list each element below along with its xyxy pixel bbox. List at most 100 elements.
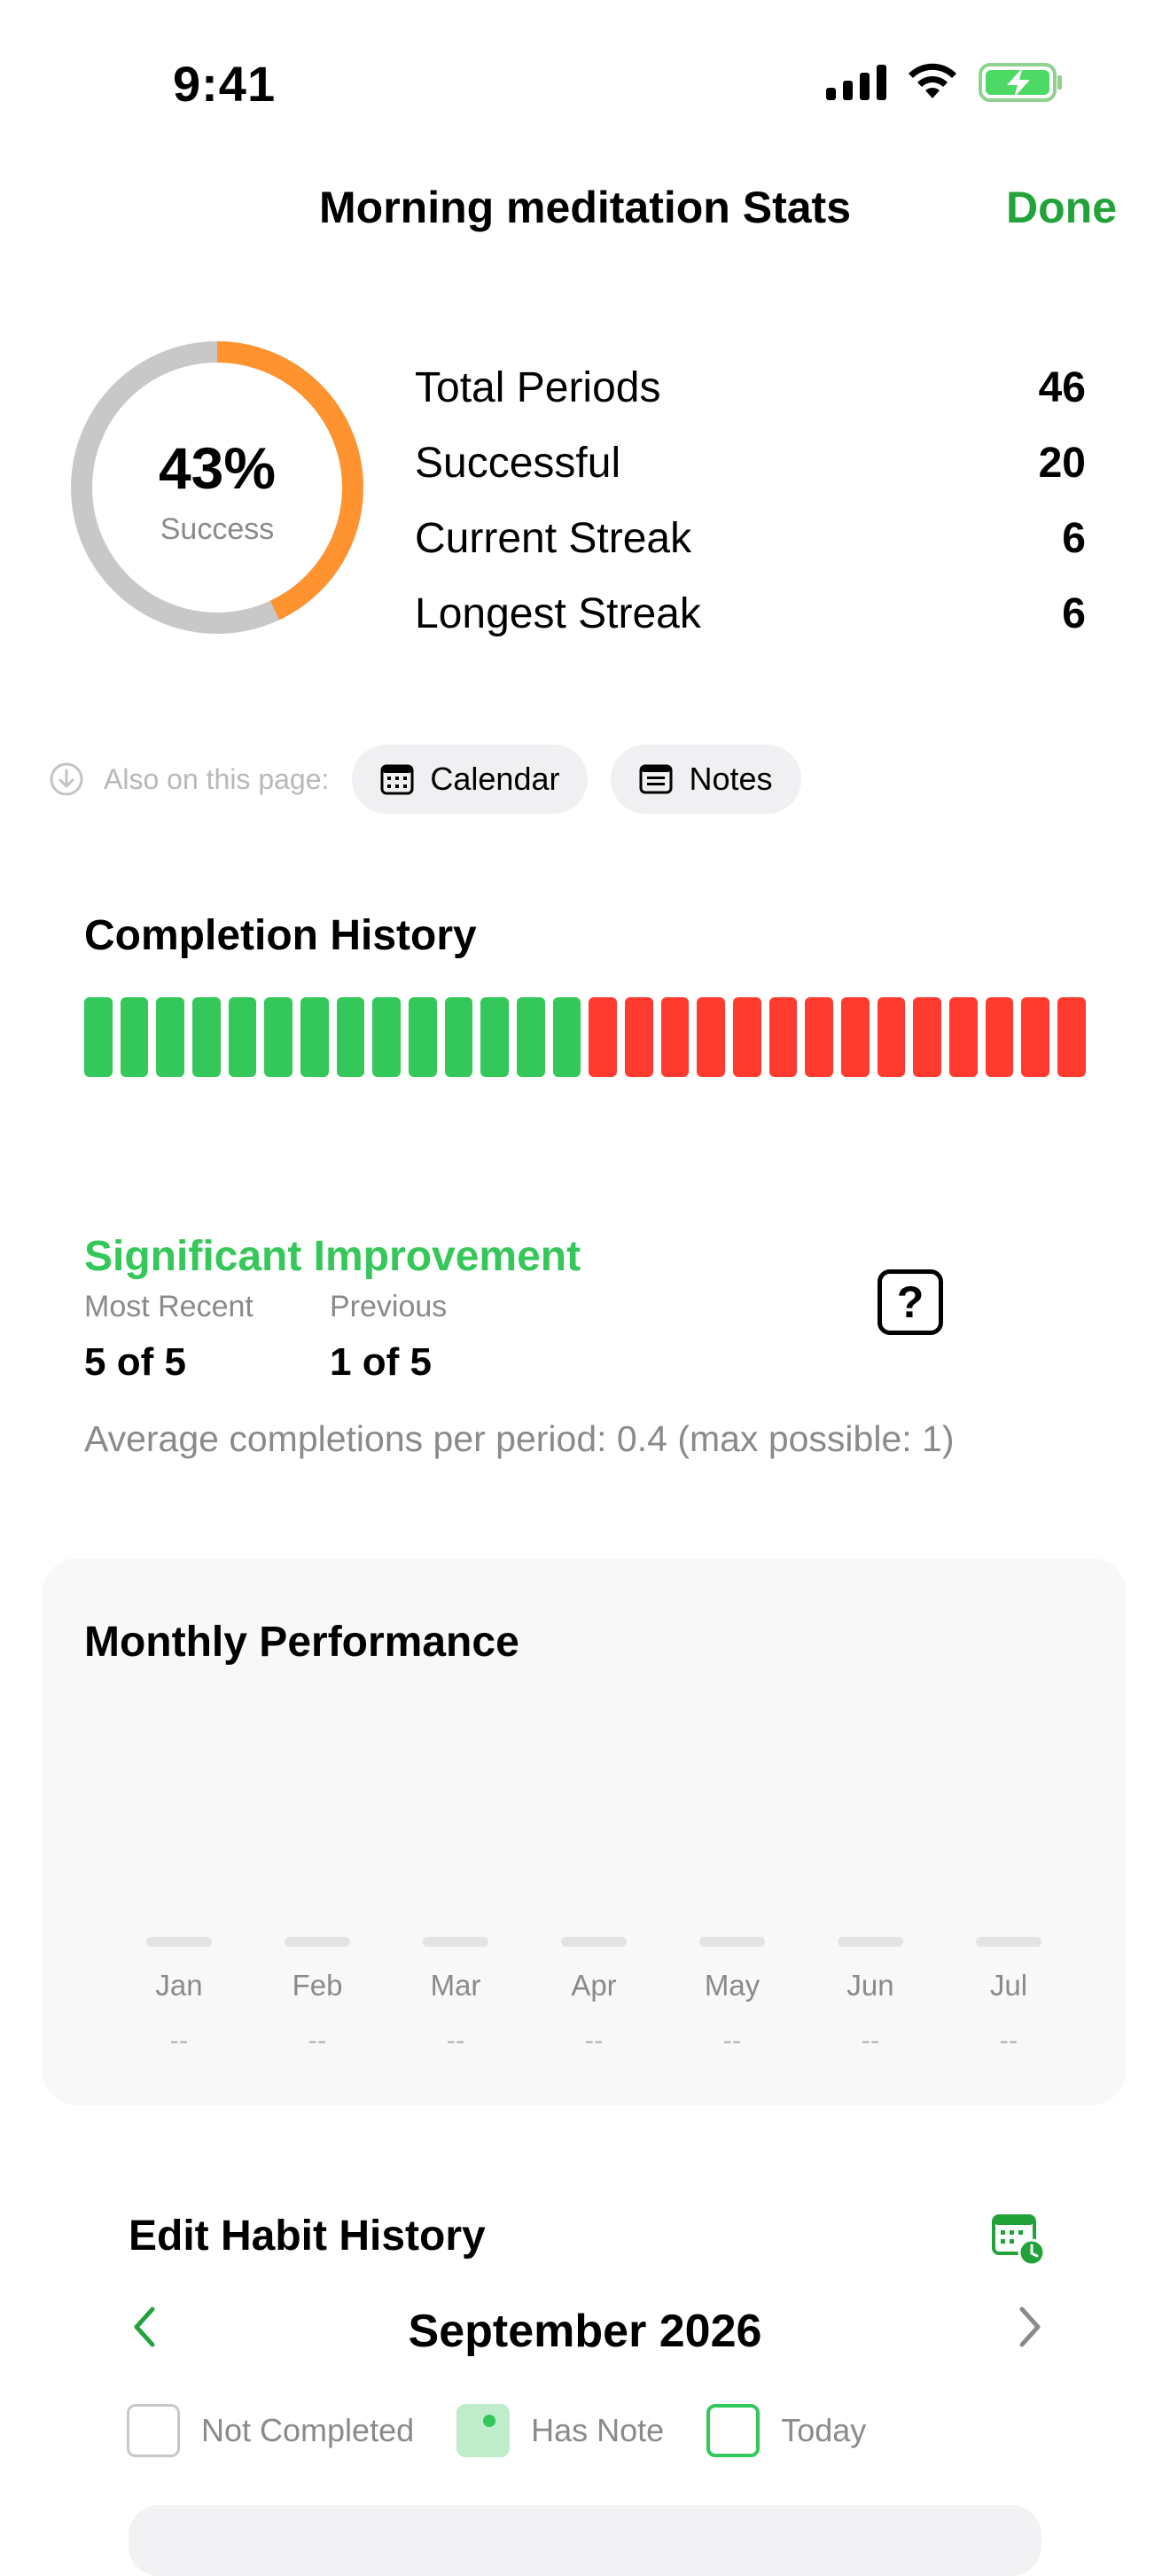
month-bar — [146, 1937, 212, 1947]
stat-longest-streak: Longest Streak 6 — [415, 576, 1086, 652]
stat-label: Successful — [415, 440, 621, 487]
stat-value: 46 — [1038, 364, 1086, 411]
month-bar — [285, 1937, 350, 1947]
previous-label: Previous — [330, 1290, 448, 1323]
status-time: 9:41 — [173, 56, 277, 112]
stats-list: Total Periods 46 Successful 20 Current S… — [415, 350, 1086, 652]
month-label: Jan — [155, 1969, 203, 2002]
page-title: Morning meditation Stats — [319, 183, 851, 232]
history-bar-fail — [805, 997, 834, 1077]
history-bar-success — [517, 997, 545, 1077]
done-button[interactable]: Done — [1006, 182, 1117, 233]
stat-successful: Successful 20 — [415, 425, 1086, 501]
note-dot-icon — [483, 2415, 496, 2427]
notes-chip[interactable]: Notes — [611, 745, 801, 814]
calendar-schedule-button[interactable] — [991, 2212, 1046, 2267]
success-percent: 43% — [158, 435, 277, 501]
improvement-title: Significant Improvement — [84, 1233, 581, 1280]
history-bar-success — [372, 997, 402, 1077]
status-icons — [826, 62, 1064, 103]
most-recent-label: Most Recent — [84, 1290, 254, 1323]
history-bar-fail — [625, 997, 653, 1077]
success-label: Success — [160, 512, 275, 546]
history-bar-success — [192, 997, 221, 1077]
month-bar — [699, 1937, 765, 1947]
notes-chip-label: Notes — [689, 761, 773, 797]
also-on-page: Also on this page: Calendar Notes — [49, 745, 824, 814]
stat-label: Current Streak — [415, 515, 692, 562]
history-bar-success — [444, 997, 473, 1077]
stat-total-periods: Total Periods 46 — [415, 350, 1086, 425]
calendar-month-title: September 2026 — [408, 2306, 762, 2357]
month-value: -- — [169, 2025, 189, 2056]
chevron-right-icon — [1019, 2307, 1041, 2347]
stat-value: 6 — [1062, 515, 1086, 562]
history-bar-fail — [660, 997, 690, 1077]
month-label: Jul — [989, 1969, 1028, 2002]
stat-value: 6 — [1062, 590, 1086, 637]
history-bar-success — [300, 997, 329, 1077]
history-bar-fail — [697, 997, 726, 1077]
arrow-down-circle-icon — [50, 762, 83, 796]
cellular-signal-icon — [826, 65, 886, 100]
notes-icon — [639, 764, 673, 794]
month-value: -- — [722, 2025, 742, 2056]
month-jul: Jul -- — [976, 1937, 1041, 2057]
history-bar-fail — [877, 997, 906, 1077]
month-label: Jun — [846, 1969, 894, 2002]
calendar-grid — [129, 2505, 1041, 2576]
monthly-performance-title: Monthly Performance — [84, 1619, 519, 1666]
history-bar-fail — [913, 997, 942, 1077]
month-value: -- — [446, 2025, 465, 2056]
legend-not-completed-swatch — [127, 2404, 180, 2457]
legend-today-swatch — [706, 2404, 760, 2457]
history-bar-fail — [589, 997, 618, 1077]
history-bar-fail — [768, 997, 798, 1077]
edit-history-title: Edit Habit History — [129, 2213, 486, 2260]
month-label: Feb — [292, 1969, 343, 2002]
stat-label: Total Periods — [415, 364, 661, 411]
help-button[interactable]: ? — [878, 1269, 943, 1335]
stat-value: 20 — [1038, 440, 1086, 487]
history-bar-success — [480, 997, 510, 1077]
next-month-button[interactable] — [1006, 2300, 1050, 2354]
history-bar-success — [264, 997, 293, 1077]
history-bar-success — [156, 997, 185, 1077]
completion-history-title: Completion History — [84, 912, 477, 959]
history-bar-fail — [841, 997, 870, 1077]
history-bar-fail — [1057, 997, 1086, 1077]
month-bar — [423, 1937, 488, 1947]
battery-charging-icon — [979, 63, 1062, 102]
also-on-page-label: Also on this page: — [104, 762, 330, 795]
average-completions-text: Average completions per period: 0.4 (max… — [84, 1418, 955, 1459]
month-feb: Feb -- — [285, 1937, 350, 2057]
month-bar — [561, 1937, 627, 1947]
month-may: May -- — [699, 1937, 765, 2057]
legend-has-note-swatch — [456, 2404, 511, 2457]
history-bar-success — [552, 997, 581, 1077]
most-recent-block: Most Recent 5 of 5 — [84, 1290, 254, 1385]
month-bar — [838, 1937, 903, 1947]
month-bar — [976, 1937, 1041, 1947]
month-value: -- — [999, 2025, 1018, 2056]
history-bar-success — [409, 997, 437, 1077]
stat-current-streak: Current Streak 6 — [415, 501, 1086, 576]
month-value: -- — [308, 2025, 327, 2056]
calendar-chip[interactable]: Calendar — [352, 745, 589, 814]
history-bar-fail — [1021, 997, 1050, 1077]
history-bar-success — [84, 997, 113, 1077]
month-label: May — [704, 1969, 760, 2002]
history-bar-success — [336, 997, 365, 1077]
history-bar-success — [120, 997, 149, 1077]
history-bar-fail — [949, 997, 978, 1077]
calendar-clock-icon — [992, 2214, 1046, 2267]
most-recent-value: 5 of 5 — [84, 1340, 186, 1384]
month-jan: Jan -- — [146, 1937, 212, 2057]
calendar-chip-label: Calendar — [430, 761, 560, 797]
month-value: -- — [861, 2025, 880, 2056]
month-label: Mar — [430, 1969, 481, 2002]
month-jun: Jun -- — [838, 1937, 903, 2057]
calendar-icon — [380, 764, 414, 795]
month-apr: Apr -- — [561, 1937, 627, 2057]
stat-label: Longest Streak — [415, 590, 701, 637]
